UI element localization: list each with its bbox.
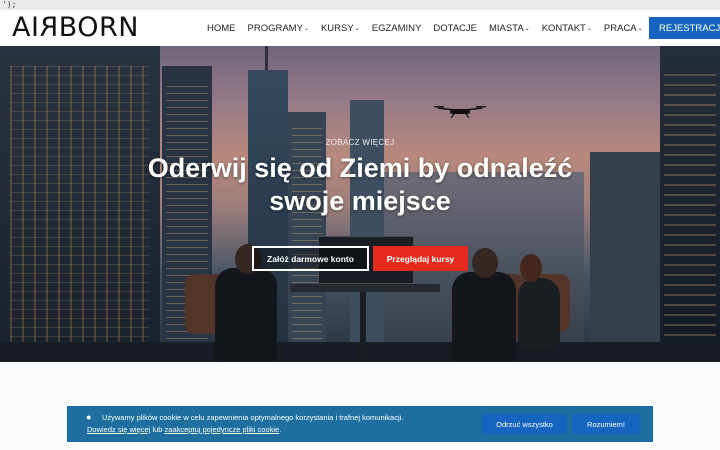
hero-title-line2: swoje miejsce [269,186,451,216]
chevron-down-icon: ⌄ [354,25,360,32]
nav-item-label: PRACA [603,22,637,34]
cookie-conjunction: lub [150,425,165,434]
main-nav: HOME PROGRAMY ⌄ KURSY ⌄ EGZAMINY DOTACJE MIASTA… [207,10,710,46]
chevron-down-icon: ⌄ [303,25,309,32]
cookie-links: Dowiedz się więcej lub zaakceptuj pojedy… [87,425,281,434]
create-account-button[interactable]: Załóż darmowe konto [252,246,369,271]
chevron-down-icon: ⌄ [524,25,530,32]
logo-text-start: AI [12,12,40,43]
accept-individual-cookies-link[interactable]: zaakceptuj pojedyncze pliki cookie [165,425,280,434]
nav-item-programy[interactable]: PROGRAMY ⌄ [248,23,309,34]
cookie-banner: ● Używamy plików cookie w celu zapewnien… [67,406,653,442]
site-header: AIRBORN HOME PROGRAMY ⌄ KURSY ⌄ EGZAMINY DOTAC… [0,10,720,46]
accept-button[interactable]: Rozumiem! [572,414,640,434]
chevron-down-icon: ⌄ [637,25,643,32]
hero-title: Oderwij się od Ziemi by odnaleźć swoje m… [110,152,610,218]
register-button[interactable]: REJESTRACJA [649,17,720,39]
chevron-down-icon: ⌄ [586,25,592,32]
cookie-icon: ● [86,412,92,422]
nav-item-dotacje[interactable]: DOTACJE [433,23,477,34]
browse-courses-button[interactable]: Przeglądaj kursy [373,246,468,271]
nav-item-home[interactable]: HOME [207,23,236,34]
cookie-message: Używamy plików cookie w celu zapewnienia… [102,413,404,422]
hero-banner: ZOBACZ WIĘCEJ Oderwij się od Ziemi by od… [0,46,720,362]
nav-item-miasta[interactable]: MIASTA ⌄ [489,23,530,34]
logo[interactable]: AIRBORN [12,12,139,43]
learn-more-link[interactable]: Dowiedz się więcej [87,425,150,434]
nav-item-label: MIASTA [489,22,524,34]
logo-flipped-letter: R [39,12,59,43]
nav-item-kontakt[interactable]: KONTAKT ⌄ [542,23,592,34]
nav-item-egzaminy[interactable]: EGZAMINY [372,23,422,34]
logo-text-end: BORN [58,12,139,43]
nav-item-praca[interactable]: PRACA ⌄ [604,23,643,34]
nav-item-kursy[interactable]: KURSY ⌄ [321,23,360,34]
nav-item-label: KONTAKT [541,22,586,34]
nav-item-label: HOME [207,22,236,34]
reject-all-button[interactable]: Odrzuć wszystko [482,414,567,434]
stray-script-text: '); [0,0,720,10]
hero-title-line1: Oderwij się od Ziemi by odnaleźć [147,153,573,183]
nav-item-label: EGZAMINY [371,22,422,34]
nav-item-label: DOTACJE [433,22,477,34]
nav-item-label: KURSY [320,22,354,34]
hero-eyebrow-link[interactable]: ZOBACZ WIĘCEJ [0,138,720,147]
nav-item-label: PROGRAMY [247,22,303,34]
cookie-period: . [279,425,282,434]
